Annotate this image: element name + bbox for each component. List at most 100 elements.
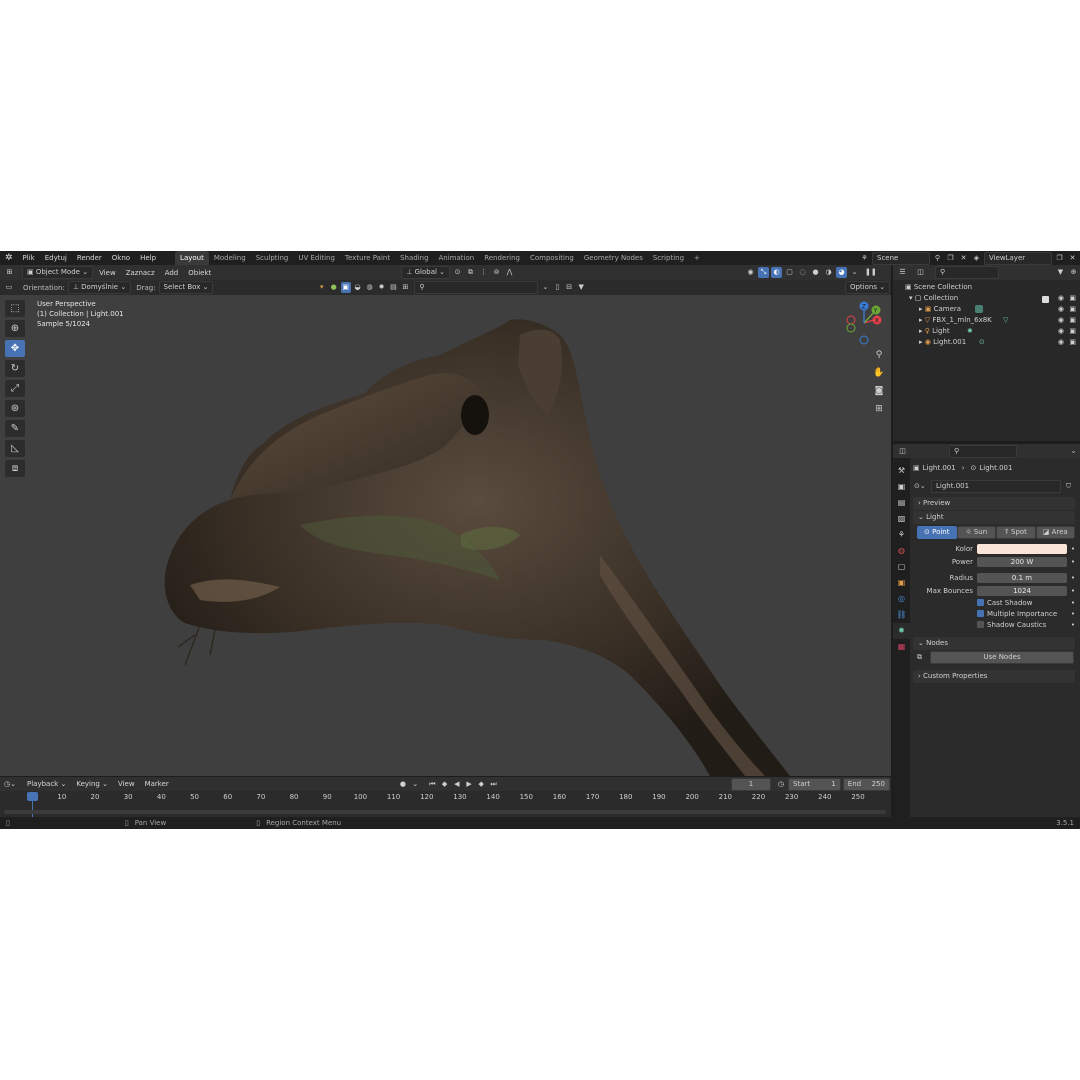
- scene-name-field[interactable]: Scene: [872, 251, 930, 265]
- eye-icon[interactable]: ◉: [1058, 293, 1064, 304]
- collection-row[interactable]: ▾ ▢ Collection ◉ ▣: [893, 293, 1080, 304]
- filter-camera-icon[interactable]: ▤: [388, 282, 398, 293]
- object-tab-icon[interactable]: ▣: [893, 575, 910, 591]
- remove-layer-icon[interactable]: ✕: [1067, 253, 1078, 264]
- outliner-item-light-001[interactable]: ▸ ◉ Light.001 ⊙ ◉ ▣: [893, 337, 1080, 348]
- view-layer-icon[interactable]: ◈: [971, 253, 982, 264]
- scene-icon[interactable]: ⚘: [859, 253, 870, 264]
- light-type-area[interactable]: ◪ Area: [1035, 526, 1075, 539]
- menu-plik[interactable]: Plik: [18, 251, 40, 265]
- view-layer-field[interactable]: ViewLayer: [984, 251, 1052, 265]
- eye-icon[interactable]: ◉: [1058, 326, 1064, 337]
- scene-tab-icon[interactable]: ⚘: [893, 527, 910, 543]
- add-cube-tool[interactable]: ⧈: [5, 460, 25, 477]
- keyframe-dot-icon[interactable]: •: [1067, 599, 1075, 607]
- filter-light-icon[interactable]: ✹: [377, 282, 387, 293]
- orientation-dropdown[interactable]: ⊥ Domyślnie ⌄: [67, 281, 132, 294]
- tab-texture-paint[interactable]: Texture Paint: [340, 251, 395, 265]
- constraints-tab-icon[interactable]: ⛓: [893, 607, 910, 623]
- keyframe-dot-icon[interactable]: •: [1067, 574, 1075, 582]
- shield-icon[interactable]: ⛉: [1063, 481, 1074, 492]
- collection-tab-icon[interactable]: ▢: [893, 559, 910, 575]
- tab-shading[interactable]: Shading: [395, 251, 433, 265]
- tab-modeling[interactable]: Modeling: [209, 251, 251, 265]
- filter-grid-icon[interactable]: ⊞: [400, 282, 410, 293]
- viewport-search-input[interactable]: ⚲: [414, 281, 539, 294]
- copy-layer-icon[interactable]: ❐: [1054, 253, 1065, 264]
- filter-icon[interactable]: ▾: [317, 282, 327, 293]
- shading-material-icon[interactable]: ◑: [823, 267, 834, 278]
- menu-edytuj[interactable]: Edytuj: [40, 251, 72, 265]
- measure-tool[interactable]: ◺: [5, 440, 25, 457]
- bookmark-icon[interactable]: ▯: [552, 282, 562, 293]
- view-layer-tab-icon[interactable]: ▧: [893, 511, 910, 527]
- camera-view-icon[interactable]: ◙: [871, 383, 887, 399]
- multiple-importance-checkbox[interactable]: [977, 610, 984, 617]
- light-type-spot[interactable]: ⍒ Spot: [996, 526, 1036, 539]
- gizmo-toggle-icon[interactable]: ⤡: [758, 267, 770, 278]
- keyframe-dot-icon[interactable]: •: [1067, 610, 1075, 618]
- transform-orientation-dropdown[interactable]: ⊥ Global ⌄: [401, 266, 451, 279]
- shading-solid-icon[interactable]: ●: [810, 267, 821, 278]
- shadow-caustics-row[interactable]: Shadow Caustics •: [913, 619, 1075, 630]
- mesh-data-icon[interactable]: ▽: [1003, 315, 1008, 326]
- filter-world-icon[interactable]: ◍: [365, 282, 375, 293]
- panel-custom-properties[interactable]: › Custom Properties: [913, 670, 1075, 683]
- cast-shadow-checkbox[interactable]: [977, 599, 984, 606]
- properties-search-input[interactable]: ⚲: [949, 444, 1017, 458]
- shading-wireframe-icon[interactable]: ◌: [797, 267, 808, 278]
- cursor-tool[interactable]: ⊕: [5, 320, 25, 337]
- copy-scene-icon[interactable]: ❐: [945, 253, 956, 264]
- shadow-caustics-checkbox[interactable]: [977, 621, 984, 628]
- use-nodes-button[interactable]: Use Nodes: [930, 651, 1074, 664]
- menu-help[interactable]: Help: [135, 251, 161, 265]
- light-data-tab-icon[interactable]: ✹: [893, 623, 910, 639]
- light-type-sun[interactable]: ☼ Sun: [956, 526, 996, 539]
- eye-icon[interactable]: ◉: [1058, 304, 1064, 315]
- menu-okno[interactable]: Okno: [107, 251, 135, 265]
- add-workspace-button[interactable]: +: [689, 251, 705, 265]
- texture-tab-icon[interactable]: ▦: [893, 639, 910, 655]
- pin-icon[interactable]: ⚲: [932, 253, 943, 264]
- proportional-edit-icon[interactable]: ⊚: [491, 267, 502, 278]
- xray-icon[interactable]: ▢: [784, 267, 795, 278]
- light-data-icon[interactable]: ⊙: [979, 337, 985, 348]
- physics-tab-icon[interactable]: ◎: [893, 591, 910, 607]
- menu-zaznacz[interactable]: Zaznacz: [121, 266, 160, 280]
- outliner-item-camera[interactable]: ▸ ▣ Camera ◉ ▣: [893, 304, 1080, 315]
- outliner-editor-icon[interactable]: ☰: [897, 267, 908, 278]
- tab-sculpting[interactable]: Sculpting: [251, 251, 294, 265]
- drag-dropdown[interactable]: Select Box ⌄: [158, 281, 214, 294]
- keyframe-dot-icon[interactable]: •: [1067, 621, 1075, 629]
- blender-logo-icon[interactable]: ✲: [0, 253, 18, 263]
- tab-scripting[interactable]: Scripting: [648, 251, 689, 265]
- keyframe-dot-icon[interactable]: •: [1067, 587, 1075, 595]
- snap-target-icon[interactable]: ⋮: [478, 267, 489, 278]
- tab-animation[interactable]: Animation: [434, 251, 480, 265]
- shading-options-icon[interactable]: ⌄: [849, 267, 860, 278]
- display-mode-icon[interactable]: ◫: [915, 267, 926, 278]
- outliner-item-mesh[interactable]: ▸ ▽ FBX_1_mln_6x8K ▽ ◉ ▣: [893, 315, 1080, 326]
- menu-obiekt[interactable]: Obiekt: [183, 266, 216, 280]
- world-tab-icon[interactable]: ◍: [893, 543, 910, 559]
- move-tool[interactable]: ✥: [5, 340, 25, 357]
- eye-icon[interactable]: ◉: [1058, 315, 1064, 326]
- 3d-viewport[interactable]: User Perspective (1) Collection | Light.…: [0, 295, 891, 776]
- new-collection-icon[interactable]: ⊕: [1068, 267, 1079, 278]
- render-camera-icon[interactable]: ▣: [1069, 293, 1076, 304]
- output-tab-icon[interactable]: ▤: [893, 495, 910, 511]
- options-dropdown[interactable]: Options ⌄: [844, 281, 891, 294]
- grid-view-icon[interactable]: ⊞: [871, 401, 887, 417]
- shading-rendered-icon[interactable]: ◕: [836, 267, 848, 278]
- properties-editor-icon[interactable]: ◫: [897, 446, 908, 457]
- tab-compositing[interactable]: Compositing: [525, 251, 579, 265]
- layout-icon[interactable]: ⊟: [564, 282, 574, 293]
- scene-collection-row[interactable]: ▣ Scene Collection: [893, 282, 1080, 293]
- funnel-icon[interactable]: ▼: [576, 282, 586, 293]
- keyframe-dot-icon[interactable]: •: [1067, 558, 1075, 566]
- outliner-search-input[interactable]: ⚲: [935, 266, 999, 279]
- chevron-down-icon[interactable]: ⌄: [540, 282, 550, 293]
- multiple-importance-row[interactable]: Multiple Importance •: [913, 608, 1075, 619]
- pivot-icon[interactable]: ⊙: [452, 267, 463, 278]
- timeline-scrollbar[interactable]: [4, 810, 886, 814]
